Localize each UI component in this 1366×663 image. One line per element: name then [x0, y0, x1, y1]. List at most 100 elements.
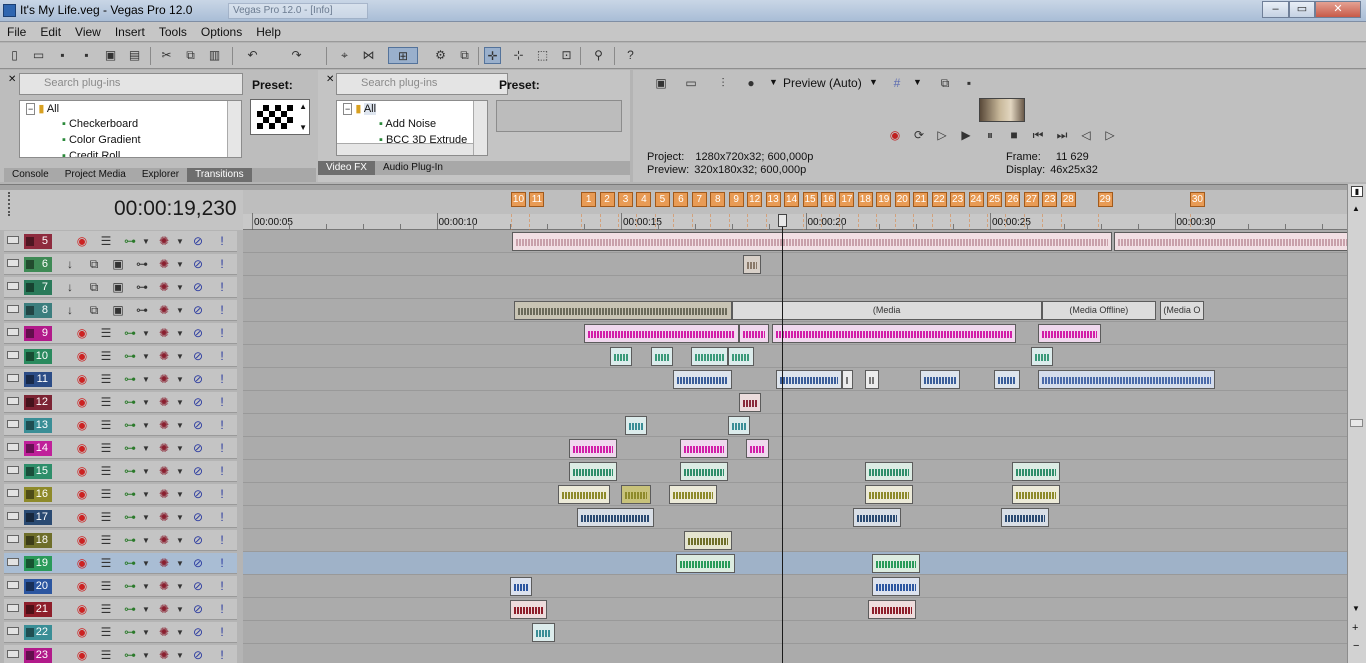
menu-insert[interactable]: Insert — [108, 22, 152, 39]
mute-icon[interactable]: ⊘ — [190, 441, 206, 456]
mute-icon[interactable]: ⊘ — [190, 602, 206, 617]
menu-help[interactable]: Help — [249, 22, 288, 39]
track-fx-gear-icon[interactable]: ✺ — [156, 280, 172, 295]
save-snapshot-icon[interactable]: ▪ — [961, 75, 977, 91]
media-clip[interactable] — [510, 600, 548, 619]
play-icon[interactable]: ▶ — [958, 127, 974, 143]
normal-edit-tool-icon[interactable]: ✛ — [484, 47, 501, 64]
media-clip[interactable] — [739, 393, 762, 412]
grid-icon[interactable]: # — [889, 75, 905, 91]
arm-record-icon[interactable]: ◉ — [74, 418, 90, 433]
track-header[interactable]: 9 ◉ ☰ ⊶ ▼ ✺ ▼ ⊘! — [4, 323, 237, 344]
pause-icon[interactable]: ⏸ — [982, 127, 998, 143]
track-header[interactable]: 20 ◉ ☰ ⊶ ▼ ✺ ▼ ⊘! — [4, 576, 237, 597]
compositing-child-icon[interactable]: ↓ — [62, 303, 78, 318]
arm-record-icon[interactable]: ◉ — [74, 372, 90, 387]
media-clip[interactable]: (Media Offline) — [1041, 301, 1157, 320]
timeline-marker[interactable]: 7 — [691, 192, 707, 207]
timeline-marker[interactable]: 27 — [1023, 192, 1039, 207]
solo-icon[interactable]: ! — [214, 648, 230, 663]
solo-icon[interactable]: ! — [214, 625, 230, 640]
media-clip[interactable] — [680, 462, 728, 481]
transition-preset-thumbnail[interactable]: ▲ ▼ — [250, 99, 310, 135]
volume-dropdown-icon[interactable]: ▼ — [138, 418, 154, 433]
track-lane[interactable] — [243, 276, 1347, 299]
track-header[interactable]: 15 ◉ ☰ ⊶ ▼ ✺ ▼ ⊘! — [4, 461, 237, 482]
media-clip[interactable] — [1012, 462, 1061, 481]
track-motion-icon[interactable]: ▣ — [110, 280, 126, 295]
fx-dropdown-icon[interactable]: ▼ — [172, 349, 188, 364]
solo-icon[interactable]: ! — [214, 533, 230, 548]
track-expand-icon[interactable] — [7, 604, 19, 612]
solo-icon[interactable]: ! — [214, 418, 230, 433]
arm-record-icon[interactable]: ◉ — [74, 326, 90, 341]
volume-icon[interactable]: ⊶ — [122, 556, 138, 571]
timeline-marker[interactable]: 5 — [654, 192, 670, 207]
media-clip[interactable] — [746, 439, 769, 458]
volume-dropdown-icon[interactable]: ▼ — [138, 602, 154, 617]
track-fx-icon[interactable]: ☰ — [98, 533, 114, 548]
arm-record-icon[interactable]: ◉ — [74, 464, 90, 479]
level-icon[interactable]: ⊶ — [134, 303, 150, 318]
solo-icon[interactable]: ! — [214, 602, 230, 617]
arm-record-icon[interactable]: ◉ — [74, 648, 90, 663]
new-project-icon[interactable]: ▯ — [6, 47, 23, 64]
compositing-child-icon[interactable]: ↓ — [62, 257, 78, 272]
mute-icon[interactable]: ⊘ — [190, 487, 206, 502]
media-clip[interactable] — [919, 370, 961, 389]
track-header[interactable]: 22 ◉ ☰ ⊶ ▼ ✺ ▼ ⊘! — [4, 622, 237, 643]
volume-icon[interactable]: ⊶ — [122, 487, 138, 502]
close-button[interactable]: ✕ — [1315, 1, 1361, 18]
track-header[interactable]: 21 ◉ ☰ ⊶ ▼ ✺ ▼ ⊘! — [4, 599, 237, 620]
arm-record-icon[interactable]: ◉ — [74, 625, 90, 640]
track-header[interactable]: 7 ↓ ⧉ ▣ ⊶ ✺ ▼ ⊘! — [4, 277, 237, 298]
media-clip[interactable] — [569, 462, 618, 481]
track-lane[interactable] — [243, 345, 1347, 368]
snap-icon[interactable]: ⋈ — [360, 47, 377, 64]
media-clip[interactable] — [676, 554, 736, 573]
timeline-marker[interactable]: 30 — [1189, 192, 1205, 207]
track-header[interactable]: 12 ◉ ☰ ⊶ ▼ ✺ ▼ ⊘! — [4, 392, 237, 413]
track-fx-gear-icon[interactable]: ✺ — [156, 464, 172, 479]
time-ruler[interactable]: 00:00:05 00:00:10 00:00:15 00:00:20 00:00:25… — [243, 213, 1360, 230]
playhead-handle-icon[interactable] — [778, 214, 787, 227]
track-lane[interactable] — [243, 483, 1347, 506]
whats-this-help-icon[interactable]: ? — [622, 47, 639, 64]
track-expand-icon[interactable] — [7, 282, 19, 290]
track-fx-gear-icon[interactable]: ✺ — [156, 533, 172, 548]
level-icon[interactable]: ⊶ — [134, 280, 150, 295]
tree-scrollbar[interactable] — [227, 101, 241, 157]
tab-console[interactable]: Console — [4, 168, 57, 182]
media-clip[interactable] — [512, 232, 1112, 251]
solo-icon[interactable]: ! — [214, 303, 230, 318]
media-clip[interactable] — [609, 347, 633, 366]
volume-icon[interactable]: ⊶ — [122, 234, 138, 249]
panel-close-icon[interactable]: ✕ — [326, 74, 334, 85]
fx-dropdown-icon[interactable]: ▼ — [172, 579, 188, 594]
track-header[interactable]: 17 ◉ ☰ ⊶ ▼ ✺ ▼ ⊘! — [4, 507, 237, 528]
fx-dropdown-icon[interactable]: ▼ — [172, 257, 188, 272]
mute-icon[interactable]: ⊘ — [190, 556, 206, 571]
envelope-tool-icon[interactable]: ⊹ — [510, 47, 527, 64]
volume-dropdown-icon[interactable]: ▼ — [138, 487, 154, 502]
track-lane[interactable] — [243, 598, 1347, 621]
media-clip[interactable] — [680, 439, 728, 458]
track-fx-icon[interactable]: ☰ — [98, 579, 114, 594]
timeline-marker[interactable]: 11 — [529, 192, 545, 207]
fx-dropdown-icon[interactable]: ▼ — [172, 625, 188, 640]
volume-icon[interactable]: ⊶ — [122, 326, 138, 341]
track-fx-gear-icon[interactable]: ✺ — [156, 579, 172, 594]
volume-dropdown-icon[interactable]: ▼ — [138, 464, 154, 479]
media-clip[interactable] — [772, 324, 1016, 343]
track-fx-icon[interactable]: ☰ — [98, 418, 114, 433]
fx-dropdown-icon[interactable]: ▼ — [172, 648, 188, 663]
go-to-end-icon[interactable]: ⏭ — [1054, 127, 1070, 143]
preview-props-icon[interactable]: ▣ — [653, 75, 669, 91]
volume-dropdown-icon[interactable]: ▼ — [138, 395, 154, 410]
timeline-marker[interactable]: 23 — [950, 192, 966, 207]
media-clip[interactable] — [728, 347, 754, 366]
mute-icon[interactable]: ⊘ — [190, 234, 206, 249]
tree-item-color-gradient[interactable]: ▪ Color Gradient — [62, 134, 141, 146]
media-clip[interactable] — [864, 485, 913, 504]
tab-explorer[interactable]: Explorer — [134, 168, 187, 182]
